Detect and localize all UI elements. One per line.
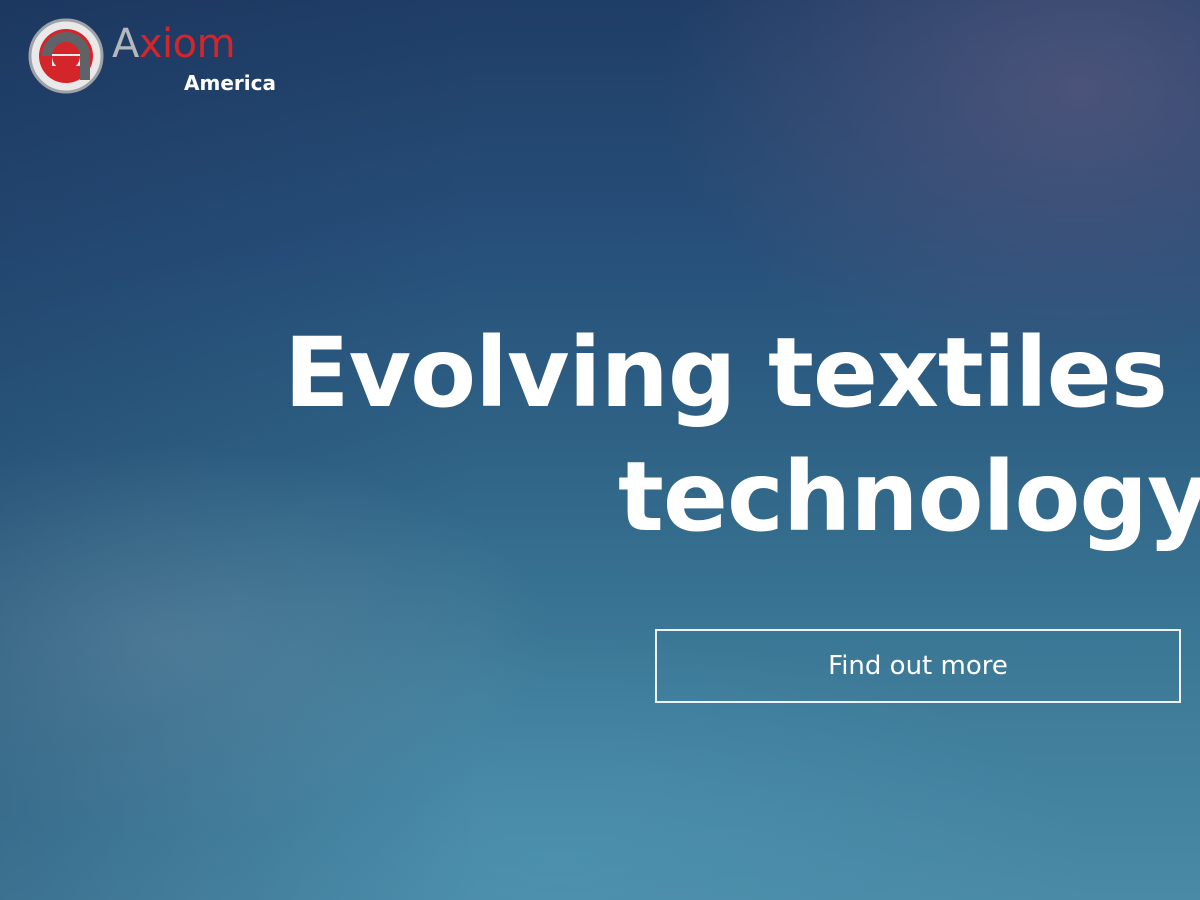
headline-line-2: technology. [618,441,1200,553]
axiom-a-logo-icon [28,18,104,94]
hero-banner: Axiom America Evolving textiles th techn… [0,0,1200,900]
logo-wordmark: Axiom [112,21,236,67]
headline-line-1: Evolving textiles th [284,318,1200,429]
logo-subtitle: America [184,71,276,95]
find-out-more-button[interactable]: Find out more [655,629,1181,703]
axiom-america-logo[interactable]: Axiom America [28,18,288,98]
hero-headline: Evolving textiles th technology. [0,318,1200,578]
